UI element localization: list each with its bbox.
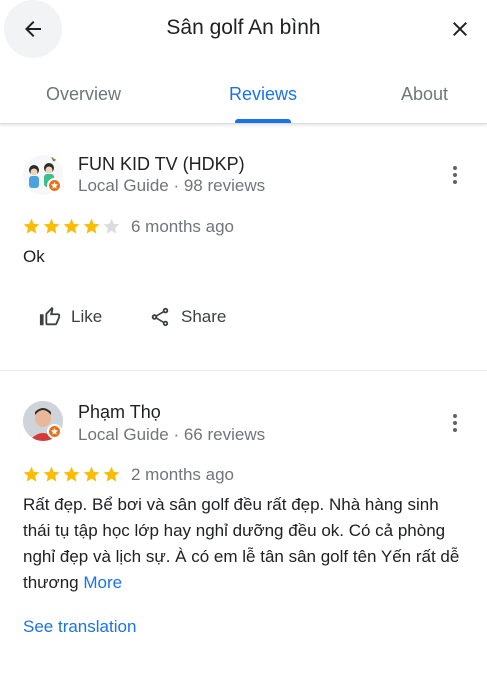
more-link[interactable]: More <box>83 573 122 592</box>
star-filled-icon <box>83 218 100 234</box>
review-author[interactable]: Phạm Thọ <box>78 402 161 423</box>
thumb-up-icon <box>39 306 61 326</box>
star-filled-icon <box>43 466 60 482</box>
review-author[interactable]: FUN KID TV (HDKP) <box>78 154 245 175</box>
more-options-button[interactable] <box>443 163 467 187</box>
share-label: Share <box>181 307 227 326</box>
page-title: Sân golf An bình <box>166 16 321 39</box>
star-rating <box>22 217 121 236</box>
share-icon <box>151 307 169 327</box>
review-divider <box>0 370 487 371</box>
tab-about[interactable]: About <box>401 84 448 105</box>
see-translation-link[interactable]: See translation <box>23 617 136 637</box>
star-empty-icon <box>103 218 120 234</box>
star-filled-icon <box>103 466 120 482</box>
star-filled-icon <box>63 466 80 482</box>
review-time: 2 months ago <box>131 465 235 484</box>
star-rating <box>22 465 121 484</box>
share-button[interactable]: Share <box>149 306 226 328</box>
review-text: Ok <box>23 247 45 266</box>
review-author-meta: Local Guide · 66 reviews <box>78 425 266 444</box>
close-icon <box>453 22 467 36</box>
local-guide-badge <box>47 424 62 439</box>
star-badge-icon <box>51 428 58 435</box>
review-text: Rất đẹp. Bể bơi và sân golf đều rất đẹp.… <box>23 492 463 596</box>
like-button[interactable]: Like <box>39 306 102 328</box>
review-author-meta: Local Guide · 98 reviews <box>78 176 266 195</box>
tab-overview[interactable]: Overview <box>46 84 121 105</box>
local-guide-badge <box>47 178 62 193</box>
more-options-button[interactable] <box>443 411 467 435</box>
header: Sân golf An bình <box>0 0 487 58</box>
review-time: 6 months ago <box>131 217 235 236</box>
tab-active-indicator <box>235 119 291 123</box>
tab-reviews[interactable]: Reviews <box>229 84 297 105</box>
star-filled-icon <box>23 466 40 482</box>
close-button[interactable] <box>441 10 479 48</box>
star-badge-icon <box>51 182 58 189</box>
star-filled-icon <box>23 218 40 234</box>
star-filled-icon <box>43 218 60 234</box>
star-filled-icon <box>63 218 80 234</box>
tab-bar: Overview Reviews About <box>0 72 487 124</box>
like-label: Like <box>71 307 103 326</box>
star-filled-icon <box>83 466 100 482</box>
